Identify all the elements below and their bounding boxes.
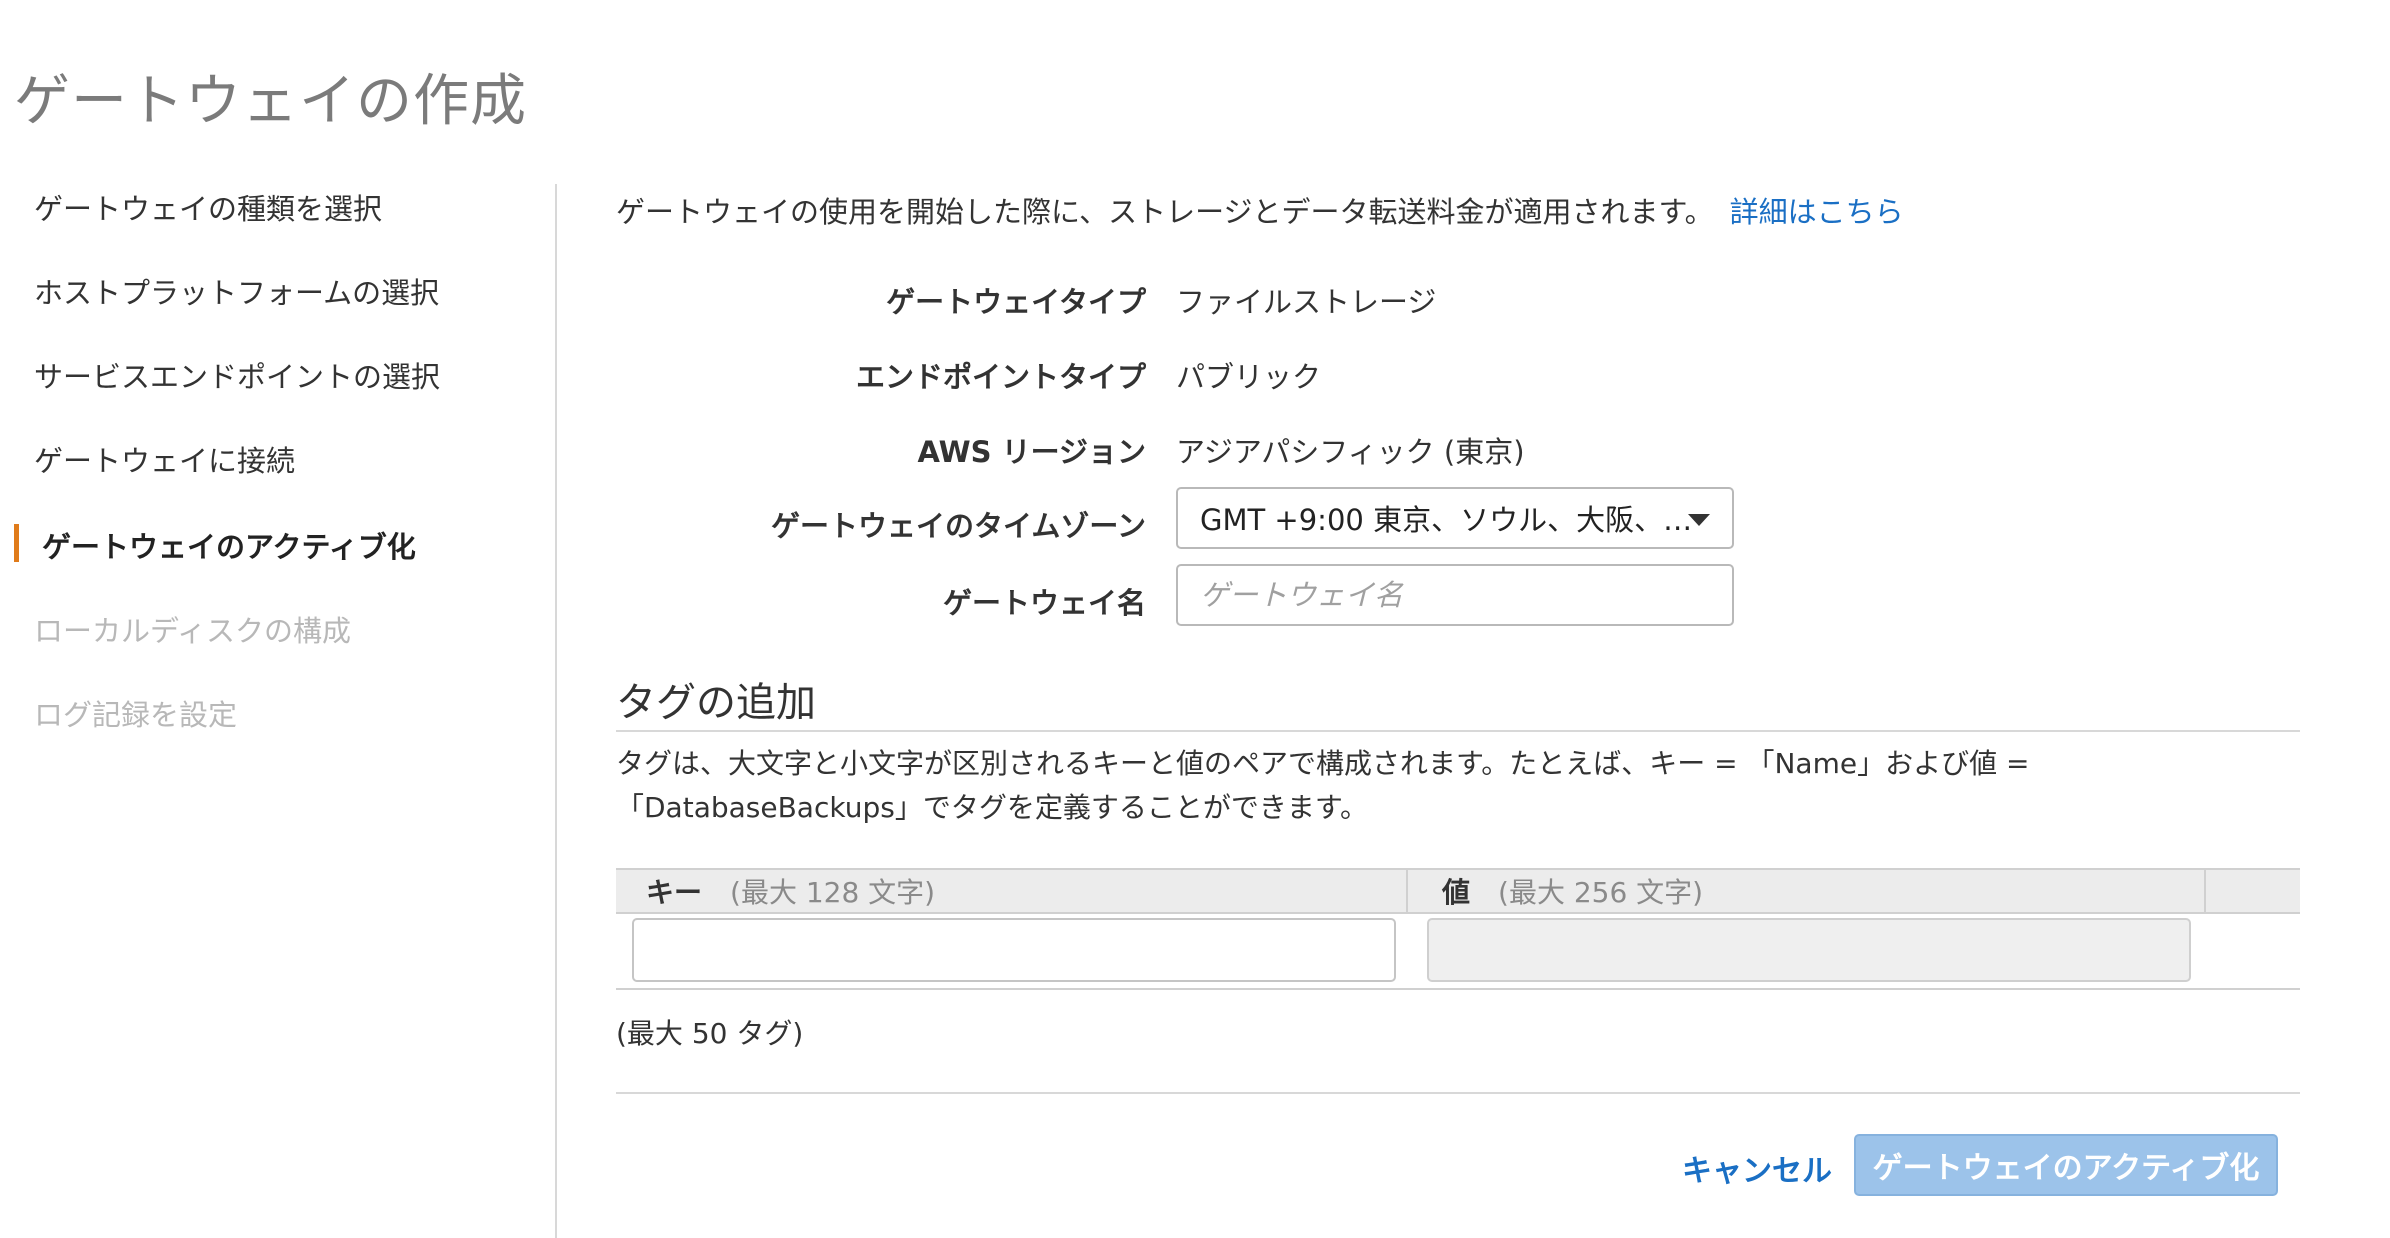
tags-section-divider (616, 730, 2300, 732)
chevron-down-icon (1688, 514, 1710, 526)
pricing-notice-text: ゲートウェイの使用を開始した際に、ストレージとデータ転送料金が適用されます。 (616, 195, 1714, 229)
tags-row-divider (616, 988, 2300, 990)
footer-divider (616, 1092, 2300, 1094)
sidebar-divider (555, 184, 557, 1238)
gateway-name-label: ゲートウェイ名 (942, 586, 1146, 620)
gateway-type-label: ゲートウェイタイプ (886, 285, 1146, 319)
sidebar-step-select-host-platform[interactable]: ホストプラットフォームの選択 (34, 270, 439, 312)
active-step-marker (14, 524, 19, 562)
timezone-selected-value: GMT +9:00 東京、ソウル、大阪、… (1200, 503, 1693, 537)
tag-value-input (1427, 918, 2191, 982)
key-header-label: キー (646, 876, 703, 909)
value-header-label: 値 (1442, 876, 1471, 909)
activate-gateway-button[interactable]: ゲートウェイのアクティブ化 (1854, 1134, 2278, 1196)
sidebar-step-activate-gateway[interactable]: ゲートウェイのアクティブ化 (42, 524, 416, 566)
tags-limit-note: (最大 50 タグ) (616, 1017, 804, 1050)
gateway-type-value: ファイルストレージ (1176, 285, 1437, 319)
key-header-hint: (最大 128 文字) (730, 876, 936, 909)
sidebar-step-select-gateway-type[interactable]: ゲートウェイの種類を選択 (34, 186, 382, 228)
sidebar-step-configure-logging: ログ記録を設定 (34, 698, 238, 732)
timezone-label: ゲートウェイのタイムゾーン (771, 509, 1146, 543)
learn-more-link[interactable]: 詳細はこちら (1730, 195, 1904, 229)
pricing-notice: ゲートウェイの使用を開始した際に、ストレージとデータ転送料金が適用されます。 詳細… (616, 189, 1904, 231)
tag-key-input[interactable] (632, 918, 1396, 982)
column-divider (1406, 870, 1408, 912)
page-title: ゲートウェイの作成 (14, 69, 527, 134)
cancel-button[interactable]: キャンセル (1682, 1146, 1832, 1190)
tags-description: タグは、大文字と小文字が区別されるキーと値のペアで構成されます。たとえば、キー … (616, 747, 2030, 824)
sidebar-step-configure-local-disks: ローカルディスクの構成 (34, 614, 351, 648)
tags-section-title: タグの追加 (616, 680, 816, 726)
gateway-name-input[interactable] (1176, 564, 1734, 626)
value-column-header: 値 (最大 256 文字) (1442, 870, 1703, 912)
endpoint-type-label: エンドポイントタイプ (855, 360, 1146, 394)
aws-region-value: アジアパシフィック (東京) (1176, 435, 1525, 469)
endpoint-type-value: パブリック (1176, 360, 1322, 394)
sidebar-step-select-service-endpoint[interactable]: サービスエンドポイントの選択 (34, 354, 440, 396)
tags-table-header: キー (最大 128 文字) 値 (最大 256 文字) (616, 868, 2300, 914)
key-column-header: キー (最大 128 文字) (646, 870, 935, 912)
sidebar-step-connect-gateway[interactable]: ゲートウェイに接続 (34, 438, 295, 480)
column-divider (2204, 870, 2206, 912)
timezone-select[interactable]: GMT +9:00 東京、ソウル、大阪、… (1176, 487, 1734, 549)
value-header-hint: (最大 256 文字) (1498, 876, 1704, 909)
aws-region-label: AWS リージョン (917, 435, 1146, 469)
